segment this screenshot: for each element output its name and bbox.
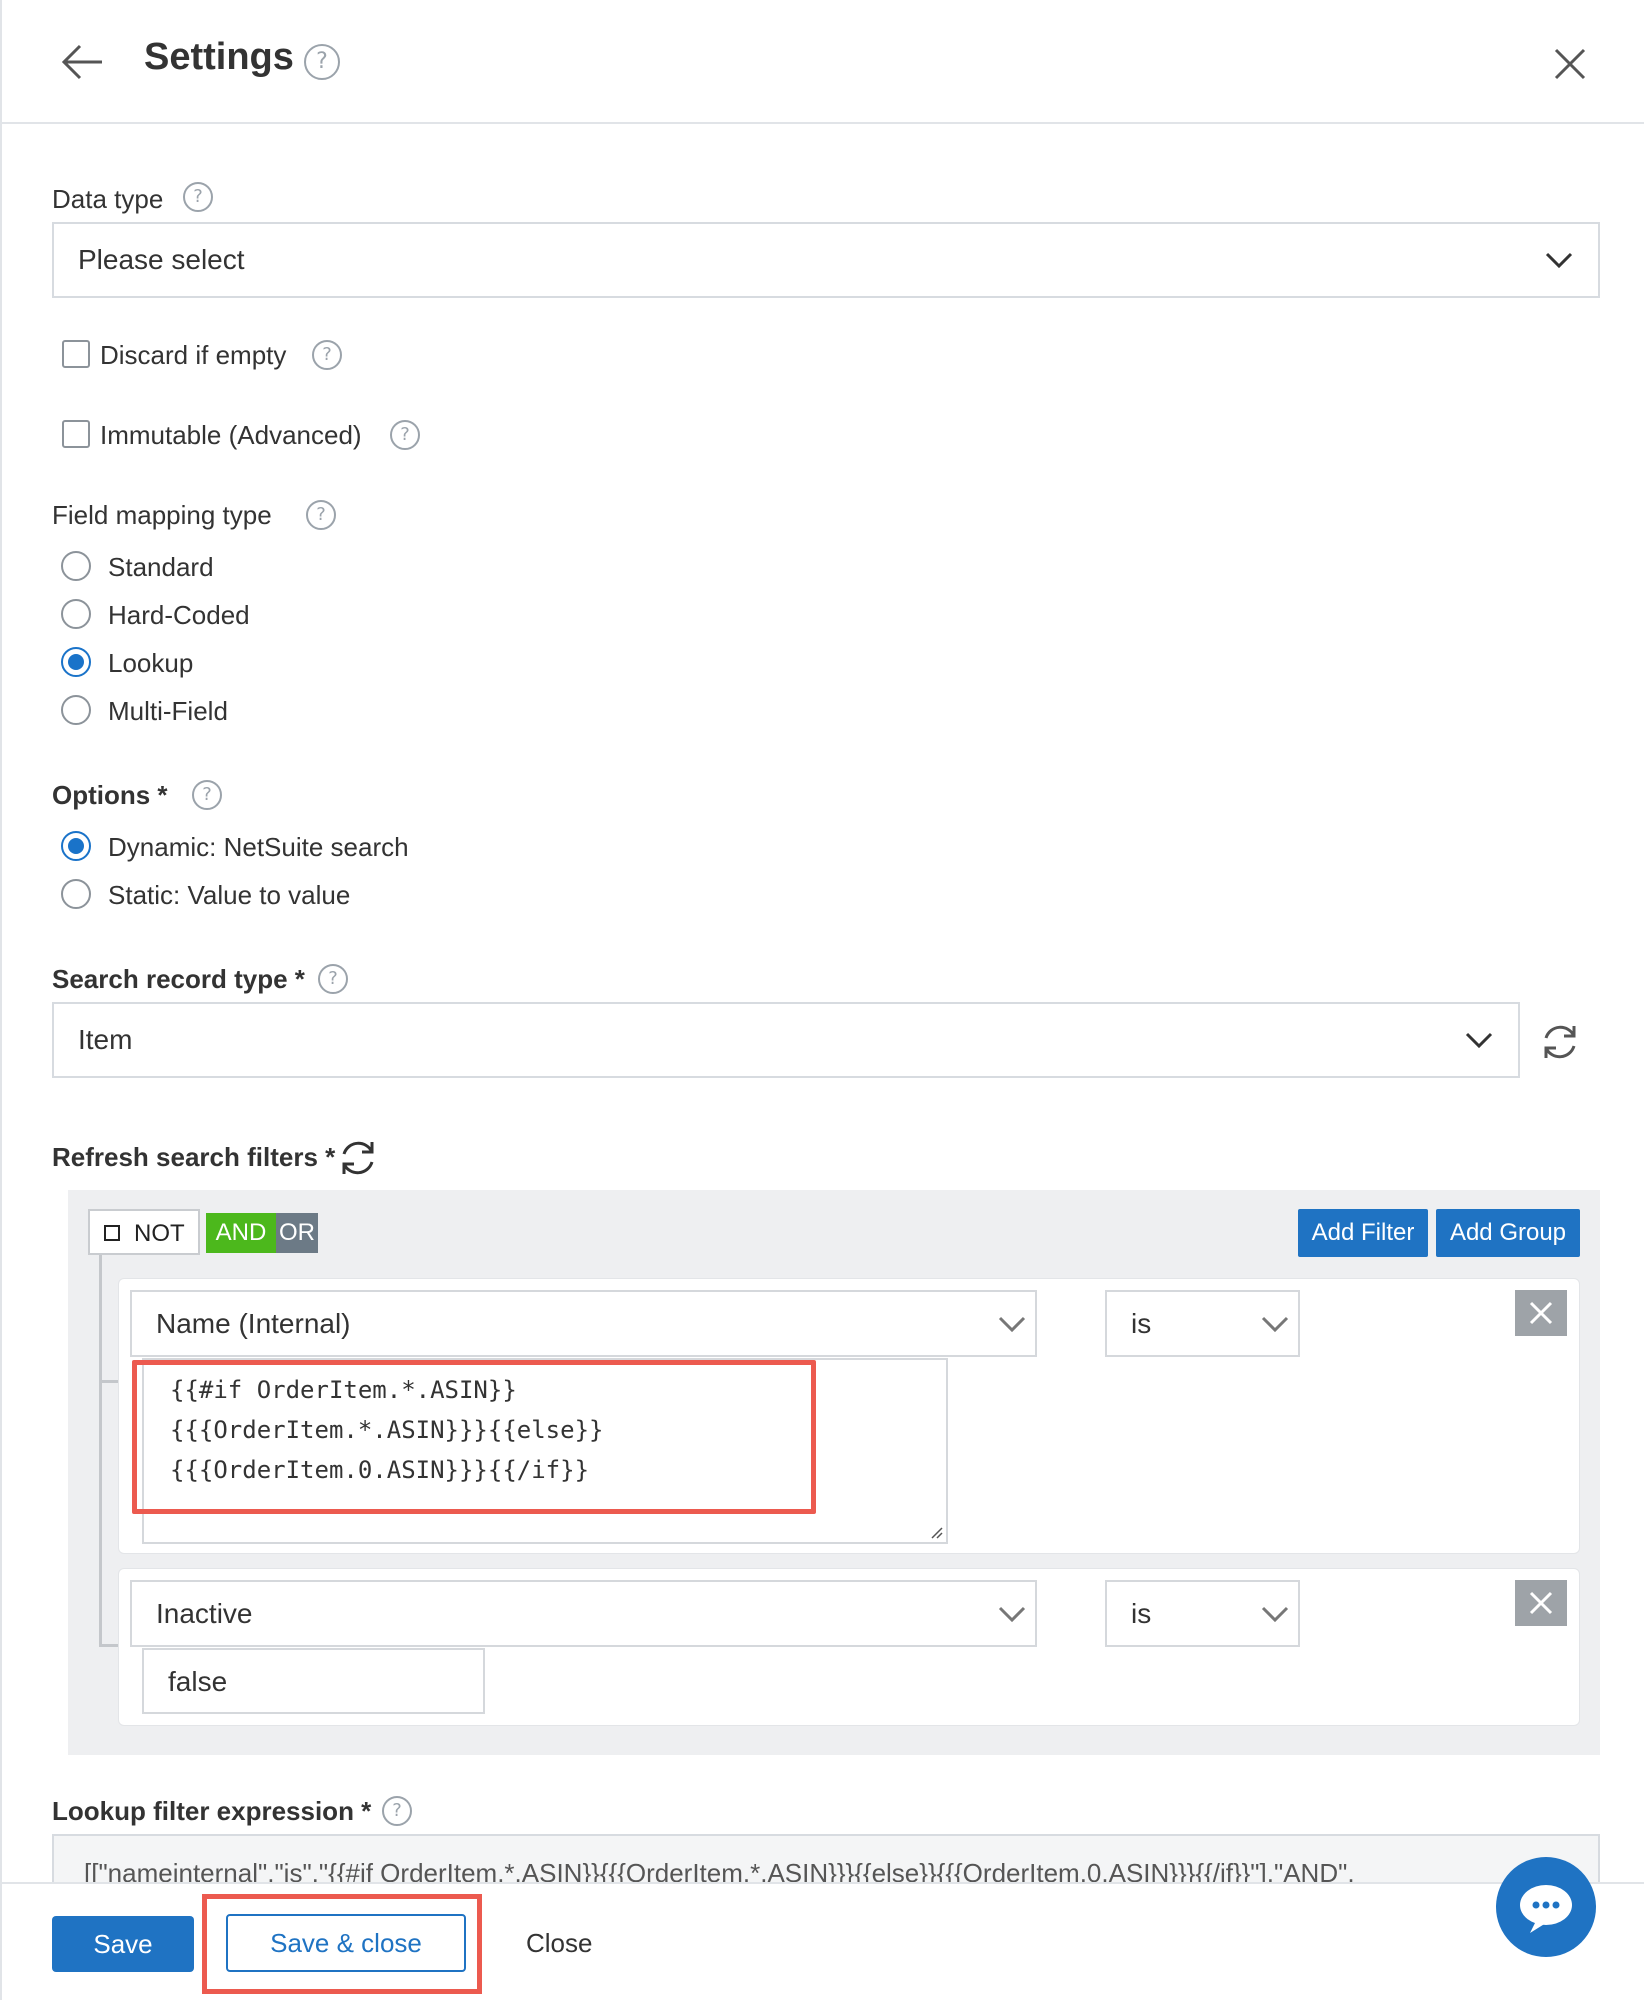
immutable-label: Immutable (Advanced) <box>100 420 362 450</box>
radio-multi-field[interactable] <box>61 695 91 725</box>
refresh-icon[interactable] <box>1538 1020 1582 1064</box>
chevron-down-icon <box>997 1308 1027 1340</box>
rule-field-select[interactable]: Name (Internal) <box>130 1290 1037 1357</box>
radio-dynamic-netsuite-search[interactable] <box>61 831 91 861</box>
help-icon[interactable]: ? <box>318 964 348 994</box>
discard-if-empty-label: Discard if empty <box>100 340 287 370</box>
settings-header: Settings ? <box>2 0 1644 124</box>
refresh-icon[interactable] <box>336 1136 380 1180</box>
save-button[interactable]: Save <box>52 1916 194 1972</box>
radio-static-value[interactable] <box>61 879 91 909</box>
search-record-type-select[interactable]: Item <box>52 1002 1520 1078</box>
rule-value-input[interactable]: false <box>142 1648 485 1714</box>
tree-connector <box>99 1380 119 1383</box>
not-toggle[interactable]: NOT <box>88 1209 200 1255</box>
rule-operator-select[interactable]: is <box>1105 1580 1300 1647</box>
chevron-down-icon <box>1544 244 1574 276</box>
tree-connector <box>99 1255 102 1647</box>
chevron-down-icon <box>1260 1598 1290 1630</box>
rule-field-select[interactable]: Inactive <box>130 1580 1037 1647</box>
radio-standard-label: Standard <box>108 552 214 582</box>
delete-rule-button[interactable] <box>1515 1290 1567 1336</box>
save-and-close-button[interactable]: Save & close <box>226 1914 466 1972</box>
chevron-down-icon <box>1260 1308 1290 1340</box>
back-arrow-icon[interactable] <box>58 40 106 84</box>
radio-dynamic-label: Dynamic: NetSuite search <box>108 832 409 862</box>
rule-operator-value: is <box>1131 1307 1152 1339</box>
chevron-down-icon <box>997 1598 1027 1630</box>
search-record-type-value: Item <box>78 1024 133 1055</box>
refresh-search-filters-label: Refresh search filters * <box>52 1142 336 1172</box>
or-button[interactable]: OR <box>276 1213 318 1253</box>
close-icon[interactable] <box>1550 44 1590 84</box>
help-icon[interactable]: ? <box>304 44 340 80</box>
radio-multi-field-label: Multi-Field <box>108 696 228 726</box>
discard-if-empty-checkbox[interactable] <box>62 340 90 368</box>
close-button[interactable]: Close <box>526 1928 592 1959</box>
add-filter-button[interactable]: Add Filter <box>1298 1209 1428 1257</box>
data-type-label: Data type <box>52 184 164 214</box>
search-record-type-label: Search record type * <box>52 964 305 994</box>
rule-field-value: Inactive <box>156 1597 253 1629</box>
rule-operator-value: is <box>1131 1597 1152 1629</box>
options-label: Options * <box>52 780 168 810</box>
rule-field-value: Name (Internal) <box>156 1307 351 1339</box>
radio-lookup-label: Lookup <box>108 648 194 678</box>
help-icon[interactable]: ? <box>306 500 336 530</box>
delete-rule-button[interactable] <box>1515 1580 1567 1626</box>
chevron-down-icon <box>1464 1024 1494 1056</box>
settings-panel: Settings ? Data type ? Please select Dis… <box>0 0 1644 2002</box>
not-label: NOT <box>134 1220 185 1247</box>
and-button[interactable]: AND <box>206 1213 276 1253</box>
field-mapping-type-label: Field mapping type <box>52 500 272 530</box>
chat-icon[interactable] <box>1496 1857 1596 1957</box>
rule-operator-select[interactable]: is <box>1105 1290 1300 1357</box>
page-title: Settings <box>144 36 294 78</box>
help-icon[interactable]: ? <box>382 1796 412 1826</box>
radio-standard[interactable] <box>61 551 91 581</box>
help-icon[interactable]: ? <box>312 340 342 370</box>
help-icon[interactable]: ? <box>183 182 213 212</box>
add-group-button[interactable]: Add Group <box>1436 1209 1580 1257</box>
not-checkbox[interactable] <box>104 1225 120 1241</box>
immutable-checkbox[interactable] <box>62 420 90 448</box>
rule-value-text: false <box>168 1666 228 1697</box>
data-type-value: Please select <box>78 244 245 275</box>
data-type-select[interactable]: Please select <box>52 222 1600 298</box>
help-icon[interactable]: ? <box>192 780 222 810</box>
radio-lookup[interactable] <box>61 647 91 677</box>
annotation-highlight <box>132 1360 816 1514</box>
radio-hard-coded-label: Hard-Coded <box>108 600 250 630</box>
tree-connector <box>99 1644 119 1647</box>
help-icon[interactable]: ? <box>390 420 420 450</box>
lookup-filter-expression-label: Lookup filter expression * <box>52 1796 372 1826</box>
radio-static-label: Static: Value to value <box>108 880 351 910</box>
radio-hard-coded[interactable] <box>61 599 91 629</box>
